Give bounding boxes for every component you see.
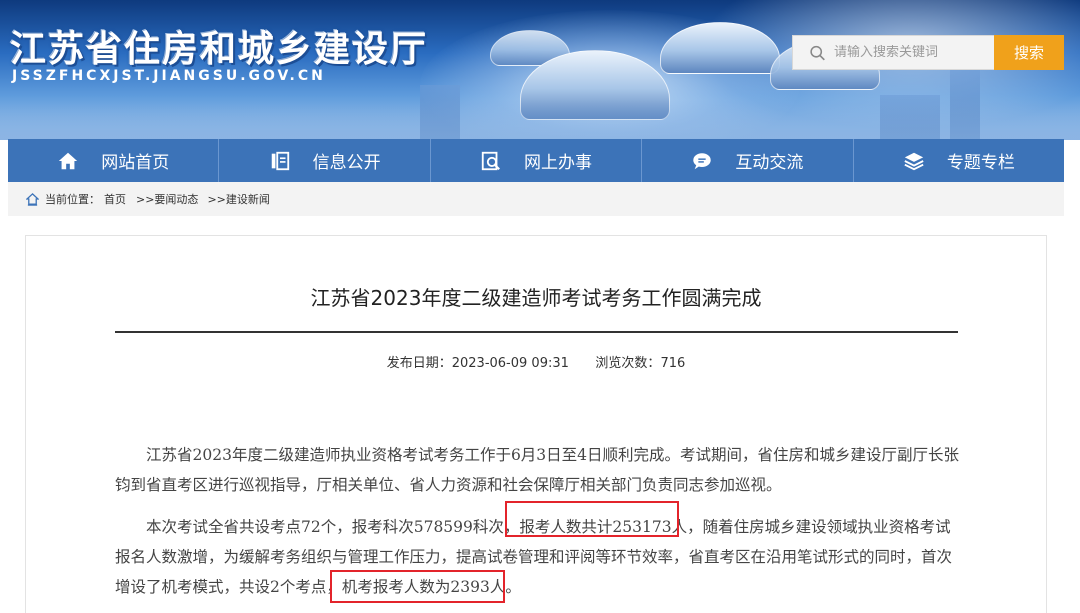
layers-icon [904, 152, 924, 170]
header-banner: 江苏省住房和城乡建设厅 JSSZFHCXJST.JIANGSU.GOV.CN [0, 0, 1080, 140]
highlight-box [505, 501, 679, 537]
breadcrumb-prefix: 当前位置： [45, 193, 100, 206]
paragraph-text: 。 [505, 578, 521, 596]
nav-item-label: 网上办事 [524, 153, 593, 173]
breadcrumb-item-home[interactable]: 首页 [104, 191, 126, 207]
nav-item-label: 专题专栏 [946, 153, 1015, 173]
nav-item-label: 互动交流 [735, 153, 804, 173]
document-icon [271, 151, 289, 170]
views-label: 浏览次数： [595, 356, 661, 371]
nav-item-topics[interactable]: 专题专栏 [854, 139, 1064, 182]
article-paragraph: 江苏省2023年度二级建造师执业资格考试考务工作于6月3日至4日顺利完成。考试期… [115, 440, 960, 500]
publish-label: 发布日期： [386, 356, 452, 371]
views-count: 716 [660, 356, 686, 371]
breadcrumb: 当前位置： 首页 >>要闻动态 >>建设新闻 [8, 182, 1064, 216]
breadcrumb-item-news[interactable]: >>要闻动态 [136, 191, 198, 207]
nav-item-home[interactable]: 网站首页 [8, 139, 220, 182]
nav-item-info[interactable]: 信息公开 [219, 139, 431, 182]
service-search-icon [481, 151, 500, 170]
nav-item-interaction[interactable]: 互动交流 [642, 139, 854, 182]
nav-item-label: 信息公开 [312, 153, 381, 173]
nav-item-label: 网站首页 [101, 153, 170, 173]
article-title: 江苏省2023年度二级建造师考试考务工作圆满完成 [310, 286, 762, 310]
search-button[interactable]: 搜索 [994, 35, 1064, 70]
search-box [792, 35, 994, 70]
search-icon [810, 45, 825, 60]
article-meta: 发布日期：2023-06-09 09:31 浏览次数：716 [0, 352, 1072, 371]
search-input[interactable] [834, 45, 994, 60]
site-title[interactable]: 江苏省住房和城乡建设厅 [10, 20, 428, 72]
home-icon [59, 152, 78, 169]
paragraph-text: 江苏省2023年度二级建造师执业资格考试考务工作于6月3日至4日顺利完成。考试期… [115, 446, 960, 494]
main-nav: 网站首页 信息公开 网上办事 互动交流 专题专栏 [8, 139, 1064, 182]
publish-date: 2023-06-09 09:31 [451, 356, 569, 371]
chat-icon [693, 152, 712, 169]
location-home-icon [26, 192, 39, 206]
nav-item-services[interactable]: 网上办事 [431, 139, 643, 182]
breadcrumb-item-construction-news[interactable]: >>建设新闻 [207, 191, 269, 207]
site-url: JSSZFHCXJST.JIANGSU.GOV.CN [12, 68, 326, 84]
highlight-box [330, 570, 505, 603]
title-divider [115, 331, 958, 333]
paragraph-text: 本次考试全省共设考点72个，报考科次578599科次， [146, 518, 520, 536]
banner-skyline [0, 100, 1080, 140]
